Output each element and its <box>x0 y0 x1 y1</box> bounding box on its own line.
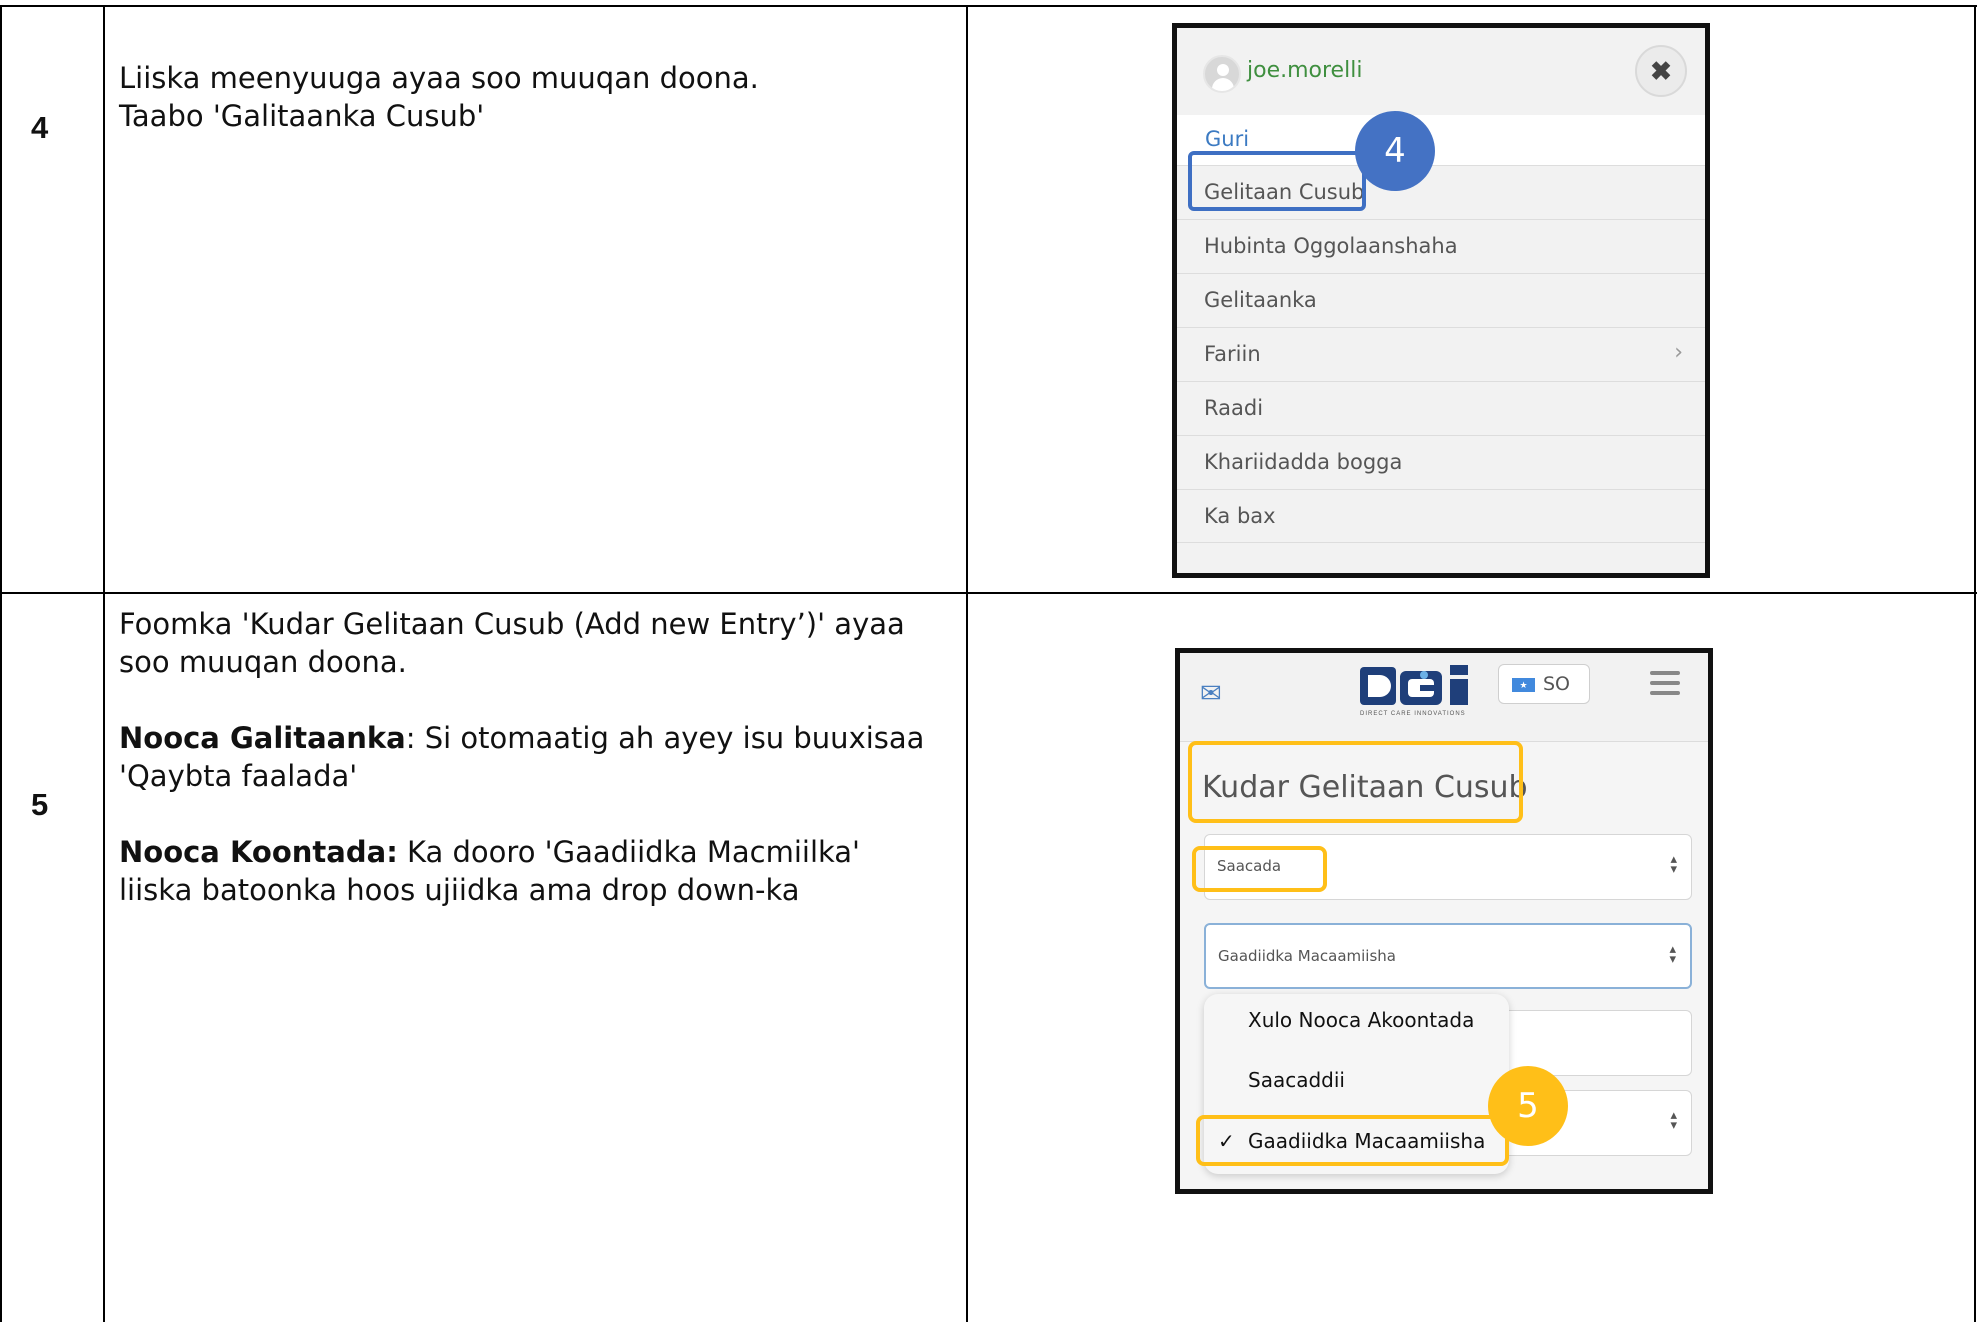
step-number: 4 <box>31 110 49 145</box>
step-instructions: Liiska meenyuuga ayaa soo muuqan doona. … <box>119 59 949 135</box>
entry-type-text: : Si otomaatig ah ayey isu buuxisaa <box>405 721 925 755</box>
entry-type-highlight <box>1192 846 1327 892</box>
column-divider-number <box>103 5 105 1322</box>
table-border-top <box>0 5 1977 7</box>
hamburger-menu-icon[interactable] <box>1650 671 1680 701</box>
chevron-right-icon: › <box>1674 340 1683 365</box>
username: joe.morelli <box>1247 58 1363 83</box>
step-number: 5 <box>31 787 49 822</box>
dropdown-option[interactable]: Xulo Nooca Akoontada <box>1248 1008 1474 1032</box>
instruction-line: liiska batoonka hoos ujiidka ama drop do… <box>119 873 800 907</box>
select-arrows-icon: ▴ ▾ <box>1669 942 1676 967</box>
title-highlight <box>1188 741 1523 823</box>
selected-option-highlight <box>1196 1115 1509 1166</box>
step-instructions: Foomka 'Kudar Gelitaan Cusub (Add new En… <box>119 605 959 909</box>
language-selector[interactable]: ★ SO <box>1498 664 1590 704</box>
menu-item-sitemap[interactable]: Khariidadda bogga <box>1177 435 1705 489</box>
select-arrows-icon: ▴ ▾ <box>1670 852 1677 877</box>
avatar-icon <box>1203 55 1241 93</box>
menu-item-label: Khariidadda bogga <box>1204 450 1403 474</box>
menu-header: joe.morelli ✖ <box>1177 28 1705 115</box>
form-screenshot: ✉ DIRECT CARE INNOVATIONS ★ SO Kudar Gel… <box>1175 648 1713 1194</box>
instruction-line: soo muuqan doona. <box>119 645 407 679</box>
account-type-label: Nooca Koontada: <box>119 835 398 869</box>
language-code: SO <box>1543 673 1571 695</box>
new-entry-highlight <box>1188 151 1366 211</box>
menu-item-search[interactable]: Raadi <box>1177 381 1705 435</box>
entry-type-label: Nooca Galitaanka <box>119 721 406 755</box>
instruction-line: Liiska meenyuuga ayaa soo muuqan doona. <box>119 61 759 95</box>
close-icon[interactable]: ✖ <box>1635 45 1687 97</box>
menu-item-logout[interactable]: Ka bax <box>1177 489 1705 543</box>
instruction-table: 4 Liiska meenyuuga ayaa soo muuqan doona… <box>0 0 1977 1322</box>
step-badge: 5 <box>1488 1066 1568 1146</box>
menu-item-label: Fariin <box>1204 342 1261 366</box>
account-type-value: Gaadiidka Macaamiisha <box>1218 947 1396 965</box>
menu-item-label: Guri <box>1205 127 1250 151</box>
row-divider <box>0 592 1977 594</box>
instruction-line: 'Qaybta faalada' <box>119 759 358 793</box>
account-type-text: Ka dooro 'Gaadiidka Macmiilka' <box>397 835 861 869</box>
somalia-flag-icon: ★ <box>1512 678 1535 692</box>
dci-logo: DIRECT CARE INNOVATIONS <box>1360 661 1490 717</box>
menu-item-label: Gelitaanka <box>1204 288 1317 312</box>
table-border-left <box>0 5 2 1322</box>
select-arrows-icon: ▴ ▾ <box>1670 1108 1677 1133</box>
menu-item-message[interactable]: Fariin › <box>1177 327 1705 381</box>
menu-item-entries[interactable]: Gelitaanka <box>1177 273 1705 327</box>
menu-screenshot: joe.morelli ✖ Guri Gelitaan Cusub Hubint… <box>1172 23 1710 578</box>
table-border-right <box>1974 5 1976 1322</box>
column-divider-screenshot <box>966 5 968 1322</box>
menu-item-permission-check[interactable]: Hubinta Oggolaanshaha <box>1177 219 1705 273</box>
account-type-select[interactable]: Gaadiidka Macaamiisha ▴ ▾ <box>1204 923 1692 989</box>
dropdown-option[interactable]: Saacaddii <box>1248 1068 1345 1092</box>
menu-item-label: Hubinta Oggolaanshaha <box>1204 234 1458 258</box>
app-navbar: ✉ DIRECT CARE INNOVATIONS ★ SO <box>1180 653 1708 742</box>
instruction-line: Taabo 'Galitaanka Cusub' <box>119 99 485 133</box>
dci-logo-mark <box>1360 665 1468 705</box>
entry-type-instruction: Nooca Galitaanka: Si otomaatig ah ayey i… <box>119 719 959 757</box>
logo-tagline: DIRECT CARE INNOVATIONS <box>1360 711 1466 717</box>
menu-item-label: Ka bax <box>1204 504 1276 528</box>
account-type-instruction: Nooca Koontada: Ka dooro 'Gaadiidka Macm… <box>119 833 959 871</box>
instruction-line: Foomka 'Kudar Gelitaan Cusub (Add new En… <box>119 607 905 641</box>
menu-item-label: Raadi <box>1204 396 1264 420</box>
step-badge: 4 <box>1355 111 1435 191</box>
mail-icon[interactable]: ✉ <box>1200 679 1222 709</box>
